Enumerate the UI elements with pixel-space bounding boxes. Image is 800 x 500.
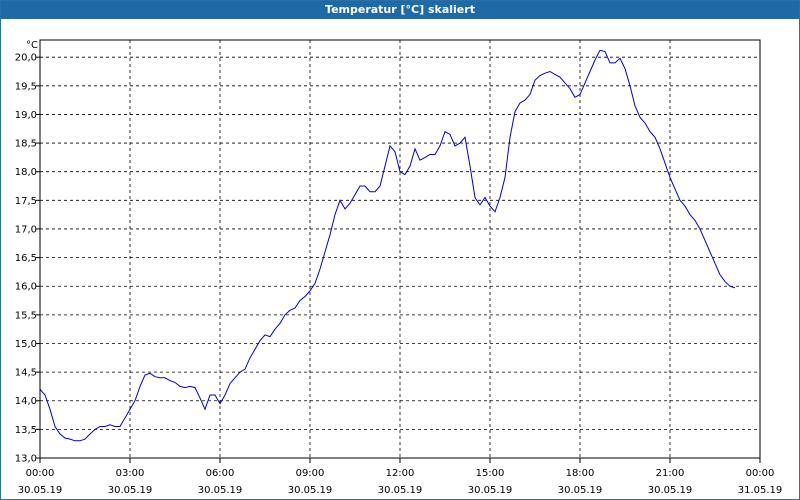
y-tick-label: 16,5 xyxy=(15,253,37,264)
x-tick-time: 15:00 xyxy=(476,468,505,479)
y-tick-label: 13,0 xyxy=(15,454,37,465)
y-tick-label: 16,0 xyxy=(15,282,37,293)
x-tick-time: 09:00 xyxy=(296,468,325,479)
chart-series xyxy=(39,49,736,442)
x-tick-date: 30.05.19 xyxy=(558,485,603,496)
y-tick-label: 19,5 xyxy=(15,81,37,92)
y-tick-label: 18,5 xyxy=(15,139,37,150)
x-tick-date: 30.05.19 xyxy=(288,485,333,496)
x-tick-time: 18:00 xyxy=(566,468,595,479)
x-tick-date: 30.05.19 xyxy=(18,485,63,496)
y-axis-unit: °C xyxy=(26,40,38,51)
y-tick-label: 13,5 xyxy=(15,425,37,436)
chart-grid xyxy=(40,40,760,459)
y-tick-label: 15,0 xyxy=(15,339,37,350)
x-tick-time: 00:00 xyxy=(26,468,55,479)
y-tick-label: 14,5 xyxy=(15,368,37,379)
x-tick-time: 12:00 xyxy=(386,468,415,479)
x-tick-date: 30.05.19 xyxy=(468,485,513,496)
temperature-chart: 13,0 13,5 14,0 14,5 15,0 15,5 16,0 16,5 17,0 17,5… xyxy=(15,39,783,496)
y-tick-label: 18,0 xyxy=(15,167,37,178)
x-tick-time: 06:00 xyxy=(206,468,235,479)
y-tick-label: 17,0 xyxy=(15,224,37,235)
x-tick-time: 21:00 xyxy=(656,468,685,479)
y-tick-label: 17,5 xyxy=(15,196,37,207)
x-tick-date: 31.05.19 xyxy=(738,485,783,496)
y-axis: 13,0 13,5 14,0 14,5 15,0 15,5 16,0 16,5 17,0 17,5… xyxy=(15,53,40,465)
temperature-series-line xyxy=(39,49,736,442)
x-tick-time: 03:00 xyxy=(116,468,145,479)
x-tick-date: 30.05.19 xyxy=(378,485,423,496)
y-tick-label: 15,5 xyxy=(15,310,37,321)
x-axis: 00:00 30.05.19 03:00 30.05.19 06:00 30.05.19 0… xyxy=(18,458,783,496)
x-tick-date: 30.05.19 xyxy=(198,485,243,496)
y-tick-label: 20,0 xyxy=(15,53,37,64)
x-tick-time: 00:00 xyxy=(746,468,775,479)
x-tick-date: 30.05.19 xyxy=(648,485,693,496)
x-tick-date: 30.05.19 xyxy=(108,485,153,496)
y-tick-label: 19,0 xyxy=(15,110,37,121)
y-tick-label: 14,0 xyxy=(15,396,37,407)
